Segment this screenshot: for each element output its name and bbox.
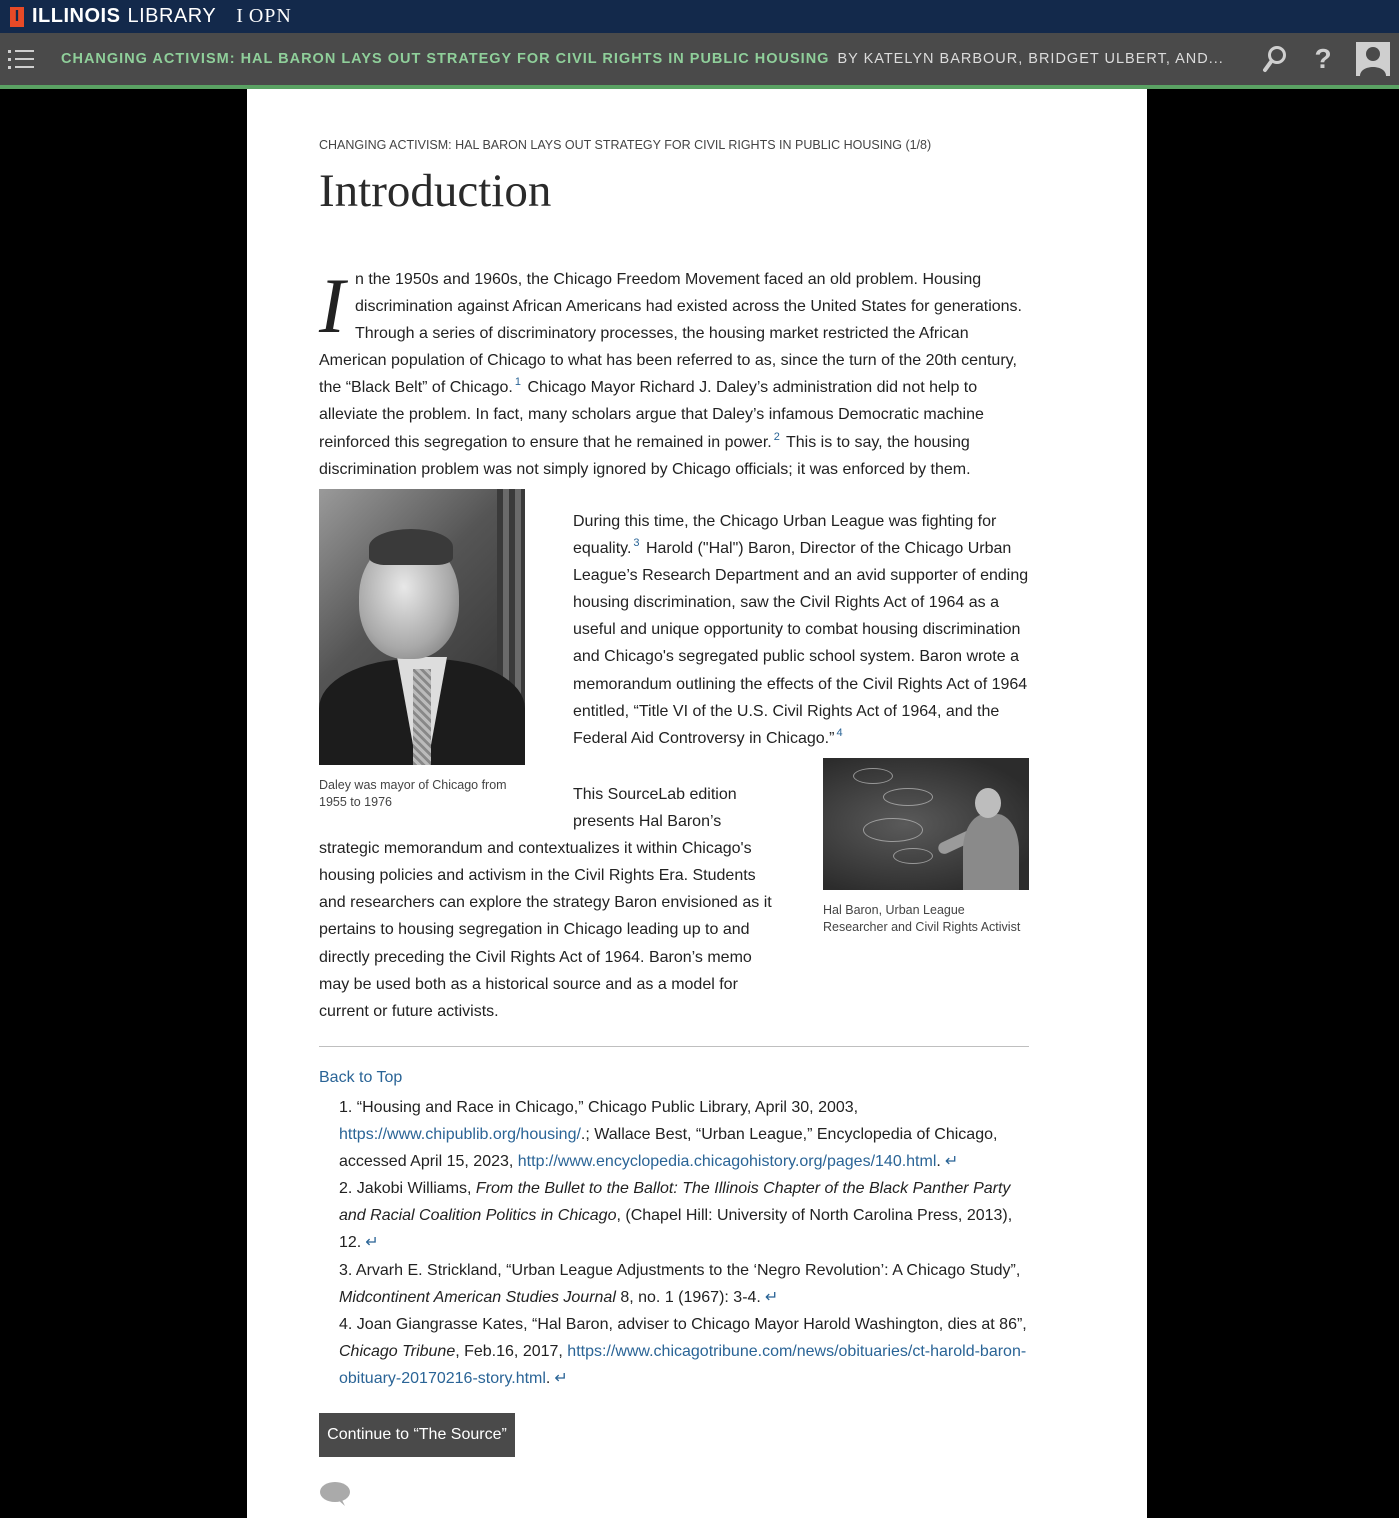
chapter-kicker: CHANGING ACTIVISM: HAL BARON LAYS OUT ST… — [319, 138, 932, 152]
help-icon[interactable]: ? — [1303, 33, 1343, 85]
page: CHANGING ACTIVISM: HAL BARON LAYS OUT ST… — [247, 89, 1147, 1518]
return-arrow-icon[interactable]: ↵ — [365, 1234, 378, 1251]
brand-name[interactable]: ILLINOIS — [32, 5, 120, 28]
footnote-2: 2. Jakobi Williams, From the Bullet to t… — [339, 1180, 1013, 1252]
iopn-logo[interactable]: I OPN — [236, 5, 292, 28]
menu-icon[interactable] — [8, 48, 34, 70]
book-authors: BY KATELYN BARBOUR, BRIDGET ULBERT, AND.… — [837, 51, 1224, 67]
section-divider — [319, 1046, 1029, 1047]
footnote-ref-3[interactable]: 3 — [633, 537, 639, 549]
return-arrow-icon[interactable]: ↵ — [554, 1370, 567, 1387]
brand-library[interactable]: LIBRARY — [127, 5, 216, 28]
brand-bar: I ILLINOIS LIBRARY I OPN — [0, 0, 1399, 33]
daley-photo — [319, 489, 525, 765]
illinois-logo-icon[interactable]: I — [10, 6, 24, 27]
page-title: Introduction — [319, 165, 552, 217]
search-icon[interactable] — [1255, 33, 1295, 85]
header-tools: ? — [1255, 33, 1399, 85]
footnote-ref-2[interactable]: 2 — [774, 431, 780, 443]
user-icon[interactable] — [1353, 33, 1393, 85]
footnote-3: 3. Arvarh E. Strickland, “Urban League A… — [339, 1261, 1021, 1306]
footnote-1-link-chipublib[interactable]: https://www.chipublib.org/housing/ — [339, 1126, 581, 1143]
footnote-1: 1. “Housing and Race in Chicago,” Chicag… — [339, 1099, 998, 1171]
daley-figure: Daley was mayor of Chicago from 1955 to … — [319, 489, 525, 811]
intro-paragraph-1: In the 1950s and 1960s, the Chicago Free… — [319, 262, 1022, 478]
intro-paragraph-3: This SourceLab edition presents Hal Baro… — [319, 786, 772, 1020]
footnote-4: 4. Joan Giangrasse Kates, “Hal Baron, ad… — [339, 1315, 1027, 1387]
book-title[interactable]: Changing Activism: Hal Baron Lays Out St… — [61, 51, 829, 67]
comment-icon[interactable] — [319, 1481, 351, 1507]
intro-paragraph-2: During this time, the Chicago Urban Leag… — [573, 513, 1029, 747]
return-arrow-icon[interactable]: ↵ — [945, 1153, 958, 1170]
back-to-top-link[interactable]: Back to Top — [319, 1069, 402, 1087]
continue-button[interactable]: Continue to “The Source” — [319, 1413, 515, 1457]
footnote-ref-1[interactable]: 1 — [515, 376, 521, 388]
return-arrow-icon[interactable]: ↵ — [765, 1289, 778, 1306]
footnote-1-link-encyclopedia[interactable]: http://www.encyclopedia.chicagohistory.o… — [518, 1153, 937, 1170]
footnote-ref-4[interactable]: 4 — [836, 727, 842, 739]
drop-cap: I — [319, 262, 345, 349]
header-bar: Changing Activism: Hal Baron Lays Out St… — [0, 33, 1399, 85]
footnotes-list: 1. “Housing and Race in Chicago,” Chicag… — [339, 1094, 1029, 1392]
